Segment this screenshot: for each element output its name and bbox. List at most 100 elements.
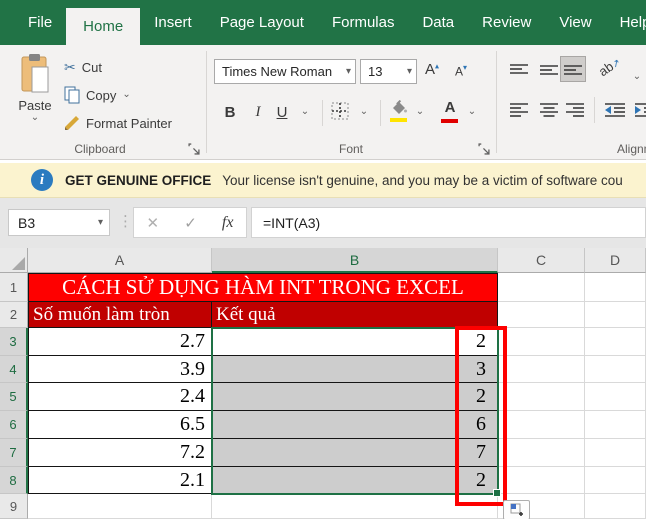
name-box[interactable]: B3 ▾ [8,209,110,236]
shrink-font-button[interactable]: A▾ [455,63,467,78]
tab-help[interactable]: Help [606,0,646,45]
column-header-d[interactable]: D [585,248,646,273]
row-header-2[interactable]: 2 [0,302,28,328]
row-header-1[interactable]: 1 [0,273,28,302]
font-dialog-launcher-icon[interactable] [478,143,490,155]
paste-dropdown-chevron-icon[interactable]: ⌄ [10,113,60,123]
format-painter-button[interactable]: Format Painter [64,112,172,134]
cell-C8[interactable] [498,467,585,494]
cell-B6[interactable]: 6 [212,411,498,439]
cell-C3[interactable] [498,328,585,356]
tab-file[interactable]: File [14,0,66,45]
font-size-combo[interactable]: 13 ▾ [360,59,417,84]
tab-data[interactable]: Data [408,0,468,45]
clipboard-dialog-launcher-icon[interactable] [188,143,200,155]
cell-C1[interactable] [498,273,585,302]
font-size-dropdown-icon[interactable]: ▾ [407,66,412,77]
row-header-8[interactable]: 8 [0,467,28,494]
cell-A9[interactable] [28,494,212,519]
italic-button[interactable]: I [248,98,268,124]
cut-button[interactable]: ✂ Cut [64,56,102,78]
cell-B7[interactable]: 7 [212,439,498,467]
cell-D1[interactable] [585,273,646,302]
row-header-7[interactable]: 7 [0,439,28,467]
borders-dropdown-icon[interactable]: ⌄ [357,98,371,124]
column-header-b[interactable]: B [212,248,498,273]
cell-C7[interactable] [498,439,585,467]
cell-D5[interactable] [585,383,646,411]
fill-color-button[interactable] [390,99,408,122]
cell-A1-title[interactable]: CÁCH SỬ DỤNG HÀM INT TRONG EXCEL [28,273,498,302]
cell-D9[interactable] [585,494,646,519]
bottom-align-button[interactable] [560,56,586,82]
bold-button[interactable]: B [218,98,242,124]
increase-indent-button[interactable] [632,97,646,123]
cell-A4[interactable]: 3.9 [28,356,212,383]
column-header-a[interactable]: A [28,248,212,273]
borders-button[interactable] [331,102,349,123]
cell-B2-header[interactable]: Kết quả [212,302,498,328]
fill-color-dropdown-icon[interactable]: ⌄ [413,98,427,124]
cell-B8[interactable]: 2 [212,467,498,494]
cell-A7[interactable]: 7.2 [28,439,212,467]
tab-page-layout[interactable]: Page Layout [206,0,318,45]
orientation-dropdown-icon[interactable]: ⌄ [630,59,644,85]
align-left-button[interactable] [506,97,532,123]
formula-input[interactable]: =INT(A3) [251,207,646,238]
cancel-icon[interactable]: ✕ [147,214,160,232]
row-header-3[interactable]: 3 [0,328,28,356]
grow-font-button[interactable]: A▴ [425,61,439,78]
enter-icon[interactable]: ✓ [184,214,197,232]
fill-handle[interactable] [493,489,501,497]
tab-home[interactable]: Home [66,8,141,45]
cell-D4[interactable] [585,356,646,383]
tab-formulas[interactable]: Formulas [318,0,409,45]
top-align-button[interactable] [506,57,532,83]
row-header-5[interactable]: 5 [0,383,28,411]
font-name-dropdown-icon[interactable]: ▾ [346,66,351,77]
name-box-dropdown-icon[interactable]: ▾ [98,217,103,228]
cell-A2-header[interactable]: Số muốn làm tròn [28,302,212,328]
cell-C2[interactable] [498,302,585,328]
tab-review[interactable]: Review [468,0,545,45]
autofill-options-button[interactable] [503,500,530,519]
cell-B3-active[interactable]: 2 [212,328,498,356]
column-header-c[interactable]: C [498,248,585,273]
orientation-button[interactable]: ab↗ [596,54,623,79]
row-header-6[interactable]: 6 [0,411,28,439]
row-header-4[interactable]: 4 [0,356,28,383]
formula-bar-grip-icon[interactable]: ⋮ [118,212,133,230]
copy-dropdown-chevron-icon[interactable]: ⌄ [122,90,130,100]
underline-dropdown-icon[interactable]: ⌄ [298,98,312,124]
cell-D3[interactable] [585,328,646,356]
tab-insert[interactable]: Insert [140,0,206,45]
insert-function-icon[interactable]: fx [222,214,234,232]
align-right-button[interactable] [562,97,588,123]
underline-button[interactable]: U [272,98,292,124]
select-all-button[interactable] [0,248,28,273]
font-color-dropdown-icon[interactable]: ⌄ [465,98,479,124]
cell-D8[interactable] [585,467,646,494]
middle-align-button[interactable] [536,57,562,83]
cell-A8[interactable]: 2.1 [28,467,212,494]
cell-D2[interactable] [585,302,646,328]
cell-A6[interactable]: 6.5 [28,411,212,439]
font-color-button[interactable]: A [441,99,459,123]
copy-button[interactable]: Copy ⌄ [64,84,131,106]
row-header-9[interactable]: 9 [0,494,28,519]
cell-C5[interactable] [498,383,585,411]
cell-A5[interactable]: 2.4 [28,383,212,411]
font-name-combo[interactable]: Times New Roman ▾ [214,59,356,84]
cell-B4[interactable]: 3 [212,356,498,383]
cell-B9[interactable] [212,494,498,519]
cell-D6[interactable] [585,411,646,439]
cell-C4[interactable] [498,356,585,383]
cell-A3[interactable]: 2.7 [28,328,212,356]
cell-D7[interactable] [585,439,646,467]
center-button[interactable] [536,97,562,123]
decrease-indent-button[interactable] [602,97,628,123]
tab-view[interactable]: View [545,0,605,45]
cell-B5[interactable]: 2 [212,383,498,411]
cell-C6[interactable] [498,411,585,439]
paste-button[interactable]: Paste ⌄ [10,53,60,145]
